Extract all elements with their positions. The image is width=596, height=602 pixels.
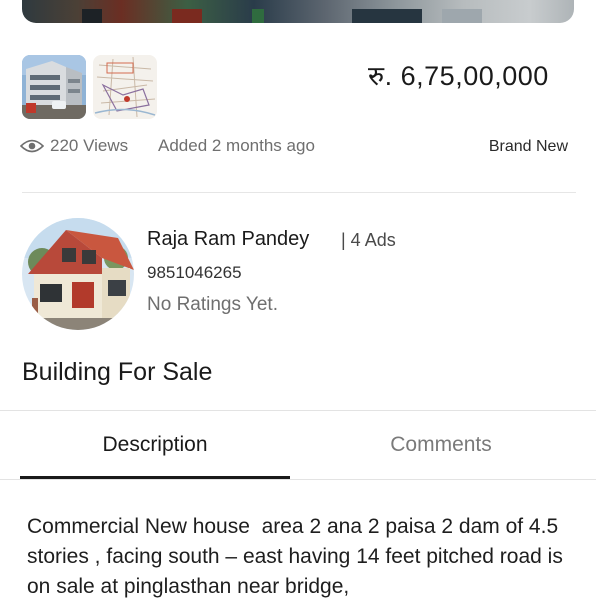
listing-title: Building For Sale [22,358,213,386]
seller-avatar[interactable] [22,218,134,330]
condition-label: Brand New [488,138,568,155]
added-time: Added 2 months ago [158,136,315,155]
tab-description[interactable]: Description [20,411,290,478]
seller-ratings: No Ratings Yet. [147,294,278,315]
seller-ads-count[interactable]: | 4 Ads [341,230,396,251]
thumbnail-map-document[interactable] [93,55,157,119]
seller-name[interactable]: Raja Ram Pandey [147,228,309,251]
tabs-divider-bottom [0,479,596,480]
description-text: Commercial New house area 2 ana 2 paisa … [27,515,569,598]
main-photo[interactable] [22,0,574,23]
views-count: 220 Views [50,136,129,155]
eye-icon [19,138,45,154]
listing-price: रु. 6,75,00,000 [368,61,549,91]
divider [22,192,576,193]
seller-phone[interactable]: 9851046265 [147,263,242,283]
thumbnail-building-photo[interactable] [22,55,86,119]
views-row: 220 Views [19,136,129,156]
tab-comments[interactable]: Comments [298,411,584,478]
